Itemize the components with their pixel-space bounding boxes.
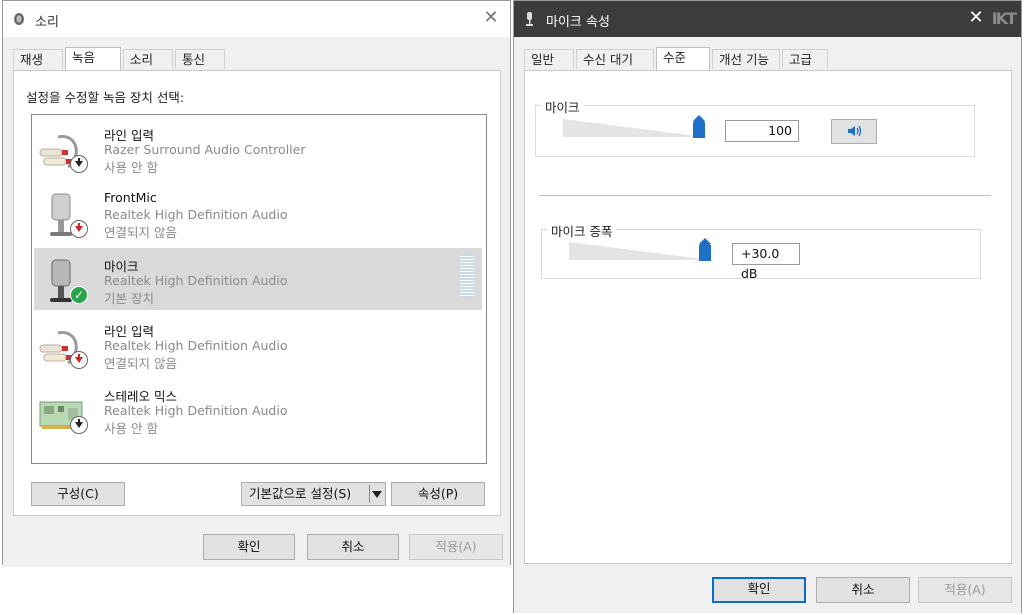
- mic-properties-dialog: 마이크 속성 ✕ IKT 일반 수신 대기 수준 개선 기능 고급 마이크 10…: [513, 0, 1022, 613]
- device-description: Realtek High Definition Audio: [104, 338, 288, 353]
- properties-button[interactable]: 속성(P): [391, 482, 485, 506]
- chevron-down-icon[interactable]: [372, 491, 382, 498]
- watermark-logo: IKT: [991, 9, 1017, 28]
- set-default-button[interactable]: 기본값으로 설정(S): [241, 482, 386, 506]
- recording-device-list[interactable]: 라인 입력 Razer Surround Audio Controller 사용…: [31, 114, 487, 464]
- sound-dialog-button-bar: 확인 취소 적용(A): [3, 523, 510, 567]
- down-arrow-badge-icon: [70, 220, 88, 238]
- mic-properties-title: 마이크 속성: [546, 15, 610, 30]
- mic-level-field[interactable]: 100: [725, 120, 799, 142]
- apply-button[interactable]: 적용(A): [409, 534, 503, 560]
- device-description: Realtek High Definition Audio: [104, 273, 288, 288]
- mute-toggle-button[interactable]: [831, 119, 877, 144]
- tab-advanced[interactable]: 고급: [782, 49, 828, 69]
- close-icon[interactable]: ✕: [480, 7, 502, 29]
- mic-properties-button-bar: 확인 취소 적용(A): [514, 569, 1021, 613]
- check-badge-icon: ✓: [70, 286, 88, 304]
- slider-thumb[interactable]: [699, 238, 711, 261]
- configure-button[interactable]: 구성(C): [31, 482, 125, 506]
- device-status: 기본 장치: [104, 291, 154, 306]
- instruction-label: 설정을 수정할 녹음 장치 선택:: [26, 90, 185, 105]
- device-description: Realtek High Definition Audio: [104, 207, 288, 222]
- divider: [539, 195, 991, 196]
- mic-boost-field[interactable]: +30.0 dB: [732, 243, 800, 281]
- sound-dialog-title: 소리: [35, 15, 59, 30]
- tab-sounds[interactable]: 소리: [123, 49, 173, 69]
- level-meter: [460, 254, 474, 298]
- tab-enhancements[interactable]: 개선 기능: [712, 49, 780, 69]
- tab-communications[interactable]: 통신: [175, 49, 225, 69]
- list-item-line-in-realtek[interactable]: 라인 입력 Realtek High Definition Audio 연결되지…: [34, 313, 482, 375]
- dropdown-divider: [369, 485, 370, 503]
- device-status: 사용 안 함: [104, 421, 158, 436]
- microphone-icon: [526, 12, 533, 26]
- device-description: Realtek High Definition Audio: [104, 403, 288, 418]
- tab-levels[interactable]: 수준: [656, 47, 710, 70]
- tab-listen[interactable]: 수신 대기: [576, 49, 654, 69]
- down-arrow-badge-icon: [70, 155, 88, 173]
- apply-button[interactable]: 적용(A): [918, 577, 1012, 603]
- sound-dialog-titlebar[interactable]: 소리 ✕: [3, 1, 510, 37]
- set-default-label: 기본값으로 설정(S): [249, 486, 352, 501]
- list-item-microphone[interactable]: ✓ 마이크 Realtek High Definition Audio 기본 장…: [34, 248, 482, 310]
- speaker-app-icon: [14, 13, 24, 25]
- sound-tabs: 재생 녹음 소리 통신: [13, 47, 313, 70]
- list-item-stereo-mix[interactable]: 스테레오 믹스 Realtek High Definition Audio 사용…: [34, 378, 482, 440]
- device-status: 연결되지 않음: [104, 225, 177, 240]
- mic-properties-titlebar[interactable]: 마이크 속성 ✕ IKT: [514, 1, 1021, 37]
- speaker-icon: [848, 125, 862, 137]
- slider-track: [569, 242, 711, 260]
- device-description: Razer Surround Audio Controller: [104, 142, 306, 157]
- close-icon[interactable]: ✕: [965, 7, 987, 29]
- cancel-button[interactable]: 취소: [816, 577, 910, 603]
- tab-playback[interactable]: 재생: [13, 49, 63, 69]
- mic-boost-slider[interactable]: [569, 238, 711, 262]
- slider-track: [563, 119, 705, 137]
- device-name: FrontMic: [104, 190, 157, 205]
- mic-properties-tabs: 일반 수신 대기 수준 개선 기능 고급: [524, 47, 924, 70]
- down-arrow-badge-icon: [70, 416, 88, 434]
- levels-tab-panel: 마이크 100 마이크 증폭 +30.0 dB: [524, 70, 1012, 564]
- tab-general[interactable]: 일반: [524, 49, 574, 69]
- cancel-button[interactable]: 취소: [307, 534, 399, 560]
- device-status: 연결되지 않음: [104, 356, 177, 371]
- mic-level-slider[interactable]: [563, 115, 705, 139]
- list-item-frontmic[interactable]: FrontMic Realtek High Definition Audio 연…: [34, 182, 482, 244]
- sound-dialog: 소리 ✕ 재생 녹음 소리 통신 설정을 수정할 녹음 장치 선택: 라인 입력…: [2, 0, 511, 567]
- ok-button[interactable]: 확인: [712, 577, 806, 603]
- mic-group-label: 마이크: [541, 97, 584, 116]
- tab-recording[interactable]: 녹음: [65, 47, 121, 70]
- mic-boost-label: 마이크 증폭: [547, 221, 617, 240]
- down-arrow-badge-icon: [70, 351, 88, 369]
- ok-button[interactable]: 확인: [203, 534, 295, 560]
- slider-thumb[interactable]: [693, 115, 705, 138]
- device-status: 사용 안 함: [104, 160, 158, 175]
- list-item-line-in-razer[interactable]: 라인 입력 Razer Surround Audio Controller 사용…: [34, 117, 482, 179]
